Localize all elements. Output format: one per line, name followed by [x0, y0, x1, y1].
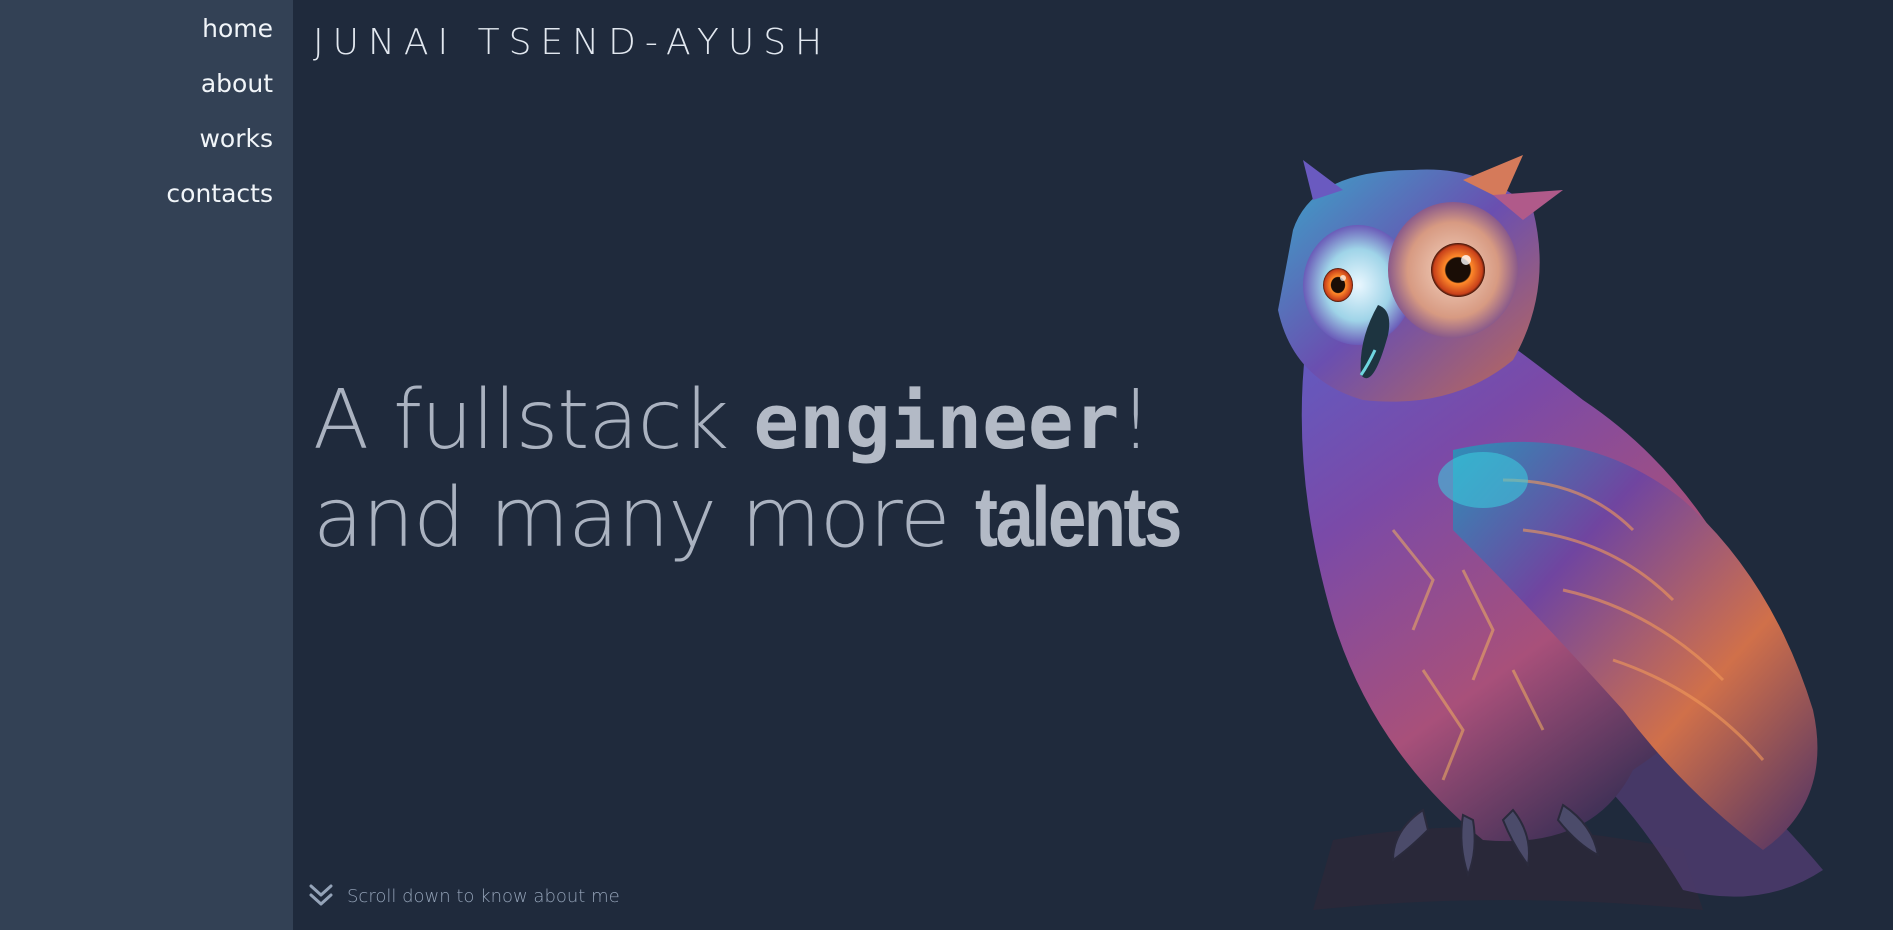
nav-item-home[interactable]: home	[0, 12, 293, 67]
owl-illustration	[1278, 155, 1823, 910]
scroll-hint-text: Scroll down to know about me	[347, 885, 620, 907]
hero-line-1: A fullstack engineer!	[313, 372, 1224, 469]
hero-emphasis-talents: talents	[974, 470, 1182, 564]
hero-emphasis-engineer: engineer	[753, 377, 1120, 466]
nav-item-about[interactable]: about	[0, 67, 293, 122]
sidebar: home about works contacts	[0, 0, 293, 930]
hero-line-2-prefix: and many more	[313, 471, 975, 566]
hero-heading: A fullstack engineer! and many more tale…	[313, 372, 1224, 566]
hero-line-1-suffix: !	[1119, 373, 1152, 468]
hero-line-1-prefix: A fullstack	[313, 373, 754, 468]
nav-item-works[interactable]: works	[0, 122, 293, 177]
site-title: JUNAI TSEND-AYUSH	[313, 22, 832, 63]
double-chevron-down-icon	[309, 884, 333, 906]
hero-line-2: and many more talents	[313, 469, 1224, 566]
main-nav: home about works contacts	[0, 0, 293, 232]
main-content: JUNAI TSEND-AYUSH A fullstack engineer! …	[293, 0, 1893, 930]
scroll-down-hint[interactable]: Scroll down to know about me	[305, 880, 620, 912]
nav-item-contacts[interactable]: contacts	[0, 177, 293, 232]
